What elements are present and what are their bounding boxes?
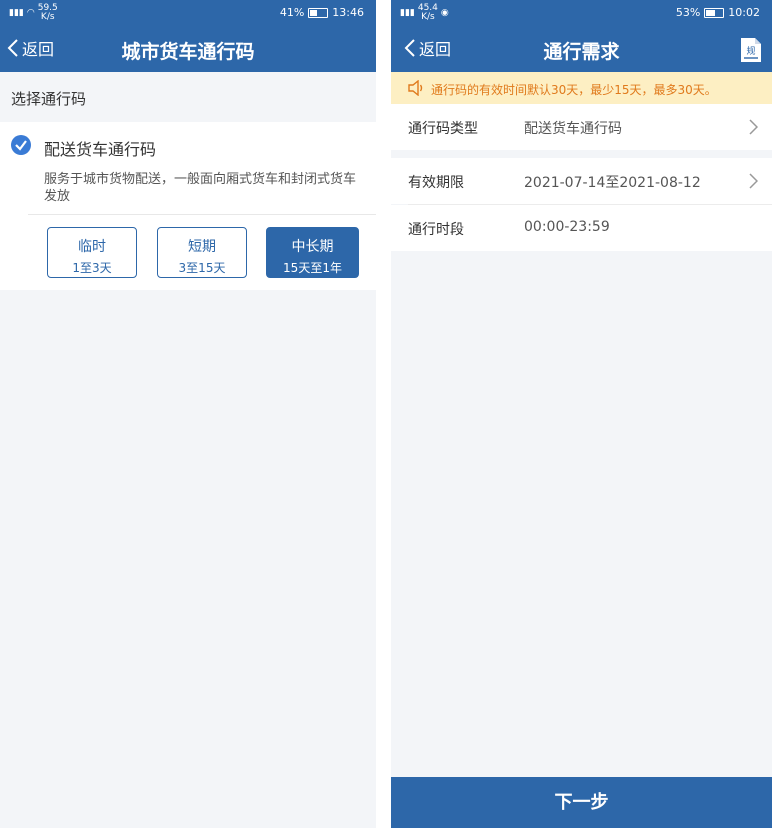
row-label: 通行码类型: [408, 121, 478, 137]
row-label: 有效期限: [408, 175, 464, 191]
row-pass-type[interactable]: 通行码类型 配送货车通行码: [391, 104, 772, 150]
left-screen: ▮▮▮ ◠ 59.5 K/s 41% 13:46 返回 城市货车通行码 选择通行…: [0, 0, 376, 828]
doc-icon-glyph: 规: [746, 46, 755, 57]
divider: [28, 214, 376, 215]
option-name: 配送货车通行码: [44, 140, 157, 159]
section-header: 选择通行码: [0, 72, 376, 122]
notice-text: 通行码的有效时间默认30天，最少15天，最多30天。: [431, 83, 717, 97]
regulation-document-icon[interactable]: 规: [740, 37, 762, 63]
period-range: 15天至1年: [283, 261, 342, 275]
battery-icon: [704, 7, 725, 18]
check-icon[interactable]: [11, 135, 31, 155]
page-title: 通行需求: [543, 41, 620, 63]
row-value: 2021-07-14至2021-08-12: [524, 175, 701, 191]
pass-option-card[interactable]: 配送货车通行码 服务于城市货物配送，一般面向厢式货车和封闭式货车发放 临时 1至…: [0, 122, 376, 290]
notice-bar: 通行码的有效时间默认30天，最少15天，最多30天。: [391, 72, 772, 104]
title-bar: 返回 通行需求 规: [391, 26, 772, 72]
page-title: 城市货车通行码: [121, 41, 255, 63]
net-speed-unit: K/s: [40, 12, 55, 22]
right-screen: ▮▮▮ 45.4 K/s ◉ 53% 10:02 返回 通行需求 规 通行码的有…: [391, 0, 772, 828]
period-button-long[interactable]: 中长期 15天至1年: [266, 227, 359, 278]
status-bar: ▮▮▮ 45.4 K/s ◉ 53% 10:02: [391, 0, 772, 26]
title-bar: 返回 城市货车通行码: [0, 26, 376, 72]
net-speed-unit: K/s: [421, 12, 435, 22]
battery-percent: 41%: [279, 6, 305, 19]
wifi-icon: ◠: [26, 8, 35, 18]
next-step-button[interactable]: 下一步: [391, 777, 772, 828]
battery-icon: [308, 7, 329, 18]
period-range: 1至3天: [72, 261, 112, 275]
row-validity-period[interactable]: 有效期限 2021-07-14至2021-08-12: [391, 158, 772, 204]
signal-icon: ▮▮▮: [9, 8, 24, 18]
period-label: 临时: [78, 239, 106, 255]
chevron-right-icon: [749, 119, 758, 135]
row-time-window: 通行时段 00:00-23:59: [391, 205, 772, 251]
clock: 13:46: [332, 6, 364, 19]
period-button-short[interactable]: 短期 3至15天: [157, 227, 247, 278]
period-label: 中长期: [291, 239, 334, 255]
status-bar: ▮▮▮ ◠ 59.5 K/s 41% 13:46: [0, 0, 376, 26]
row-value: 配送货车通行码: [524, 121, 622, 137]
period-button-temporary[interactable]: 临时 1至3天: [47, 227, 137, 278]
battery-percent: 53%: [675, 6, 701, 19]
row-value: 00:00-23:59: [524, 219, 610, 235]
location-icon: ◉: [440, 8, 449, 18]
option-description: 服务于城市货物配送，一般面向厢式货车和封闭式货车发放: [44, 172, 357, 204]
section-title: 选择通行码: [11, 90, 87, 108]
clock: 10:02: [728, 6, 760, 19]
speaker-icon: [408, 80, 423, 96]
row-label: 通行时段: [408, 222, 464, 238]
period-label: 短期: [188, 239, 216, 255]
period-range: 3至15天: [178, 261, 226, 275]
chevron-right-icon: [749, 173, 758, 189]
signal-icon: ▮▮▮: [400, 8, 415, 18]
